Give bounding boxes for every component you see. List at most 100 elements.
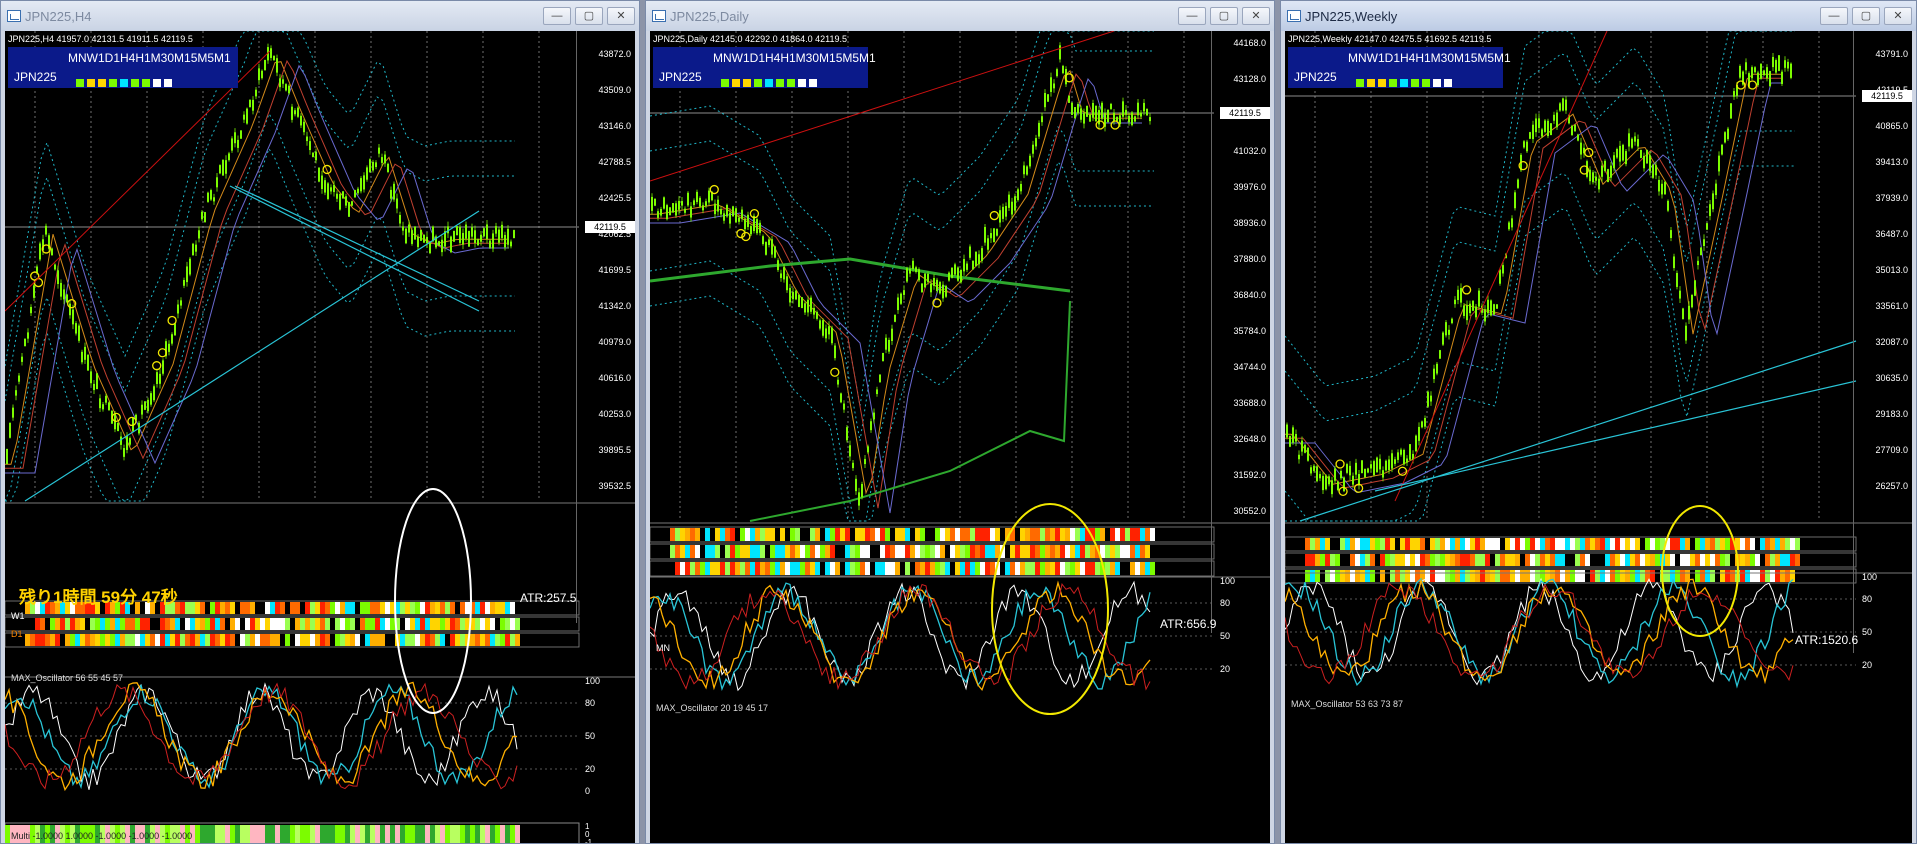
candle-body (192, 243, 194, 256)
chart-area[interactable]: 100 80 50 20 JPN225,Weekly 42147.0 42475.5 … (1285, 31, 1912, 843)
status-dot (776, 79, 784, 87)
heatmap-cell (1120, 562, 1125, 575)
heatmap-cell (1140, 545, 1145, 558)
heatmap-cell (725, 528, 730, 541)
chart-area[interactable]: 100 80 50 20 JPN225,Daily 42145.0 42292.0 4… (650, 31, 1270, 843)
chart-canvas[interactable]: 100805020 (1285, 31, 1912, 843)
close-button[interactable]: ✕ (1884, 7, 1912, 25)
heatmap-cell (360, 634, 365, 646)
price-scale[interactable]: 44168.043128.042119.541032.039976.038936… (1211, 31, 1270, 633)
heatmap-cell (910, 528, 915, 541)
candle-body (720, 209, 722, 215)
heatmap-cell (1740, 554, 1745, 566)
status-dot (1378, 79, 1386, 87)
chart-window-daily[interactable]: JPN225,Daily — ▢ ✕ 100 80 50 20 JPN225,Dail… (645, 0, 1275, 844)
heatmap-cell (1090, 545, 1095, 558)
heatmap-cell (1710, 570, 1715, 582)
heatmap-cell (695, 562, 700, 575)
minimize-button[interactable]: — (543, 7, 571, 25)
heatmap-cell (1705, 570, 1710, 582)
heatmap-cell (905, 545, 910, 558)
multi-cell (255, 825, 260, 843)
heatmap-cell (380, 618, 385, 630)
candle-body (1721, 144, 1723, 155)
heatmap-cell (1335, 538, 1340, 550)
heatmap-cell (335, 602, 340, 614)
price-tick: 40979.0 (598, 337, 631, 347)
heatmap-cell (150, 618, 155, 630)
heatmap-cell (1410, 538, 1415, 550)
candle-body (1098, 110, 1100, 125)
chart-canvas[interactable]: 100805020 (650, 31, 1270, 843)
candle-body (1778, 55, 1780, 71)
close-button[interactable]: ✕ (607, 7, 635, 25)
status-dot (1367, 79, 1375, 87)
candle-body (717, 199, 719, 212)
heatmap-cell (805, 545, 810, 558)
heatmap-cell (830, 562, 835, 575)
price-tick: 43791.0 (1875, 49, 1908, 59)
heatmap-cell (1080, 545, 1085, 558)
heatmap-cell (1400, 538, 1405, 550)
candle-body (471, 227, 473, 237)
chart-canvas[interactable]: 100805020010-1 (5, 31, 635, 843)
price-tick: 43128.0 (1233, 74, 1266, 84)
heatmap-cell (200, 602, 205, 614)
price-scale[interactable]: 43791.042119.540865.039413.037939.036487… (1853, 31, 1912, 653)
chart-area[interactable]: 100 80 50 20 0 1 0 -1 JPN225,H4 41957.0 42131.5… (5, 31, 635, 843)
heatmap-cell (810, 562, 815, 575)
heatmap-cell (1755, 570, 1760, 582)
heatmap-cell (1045, 528, 1050, 541)
heatmap-cell (1100, 528, 1105, 541)
heatmap-cell (920, 528, 925, 541)
heatmap-cell (455, 634, 460, 646)
maximize-button[interactable]: ▢ (1852, 7, 1880, 25)
candle-body (1029, 155, 1031, 167)
heatmap-cell (235, 618, 240, 630)
candle-body (1601, 165, 1603, 177)
minimize-button[interactable]: — (1178, 7, 1206, 25)
window-titlebar[interactable]: JPN225,Weekly — ▢ ✕ (1281, 1, 1916, 31)
candle-body (1595, 176, 1597, 181)
heatmap-cell (1150, 545, 1155, 558)
heatmap-cell (1150, 562, 1155, 575)
heatmap-cell (1755, 538, 1760, 550)
candle-body (1002, 206, 1004, 219)
close-button[interactable]: ✕ (1242, 7, 1270, 25)
heatmap-cell (900, 562, 905, 575)
heatmap-cell (1650, 538, 1655, 550)
moving-average-line (5, 59, 509, 469)
minimize-button[interactable]: — (1820, 7, 1848, 25)
heatmap-cell (330, 634, 335, 646)
heatmap-cell (510, 618, 515, 630)
price-scale[interactable]: 43872.0 43509.0 43146.0 42788.5 42425.5 42062… (576, 31, 635, 623)
multi-cell (400, 825, 405, 843)
candle-body (1475, 306, 1477, 318)
candle-body (1604, 160, 1606, 171)
heatmap-cell (220, 618, 225, 630)
window-titlebar[interactable]: JPN225,Daily — ▢ ✕ (646, 1, 1274, 31)
multi-cell (470, 825, 475, 843)
heatmap-cell (480, 634, 485, 646)
heatmap-cell (1445, 538, 1450, 550)
window-titlebar[interactable]: JPN225,H4 — ▢ ✕ (1, 1, 639, 31)
candle-body (456, 226, 458, 236)
heatmap-cell (1680, 554, 1685, 566)
heatmap-cell (110, 618, 115, 630)
candle-body (204, 212, 206, 223)
heatmap-cell (420, 634, 425, 646)
maximize-button[interactable]: ▢ (575, 7, 603, 25)
maximize-button[interactable]: ▢ (1210, 7, 1238, 25)
heatmap-cell (1420, 538, 1425, 550)
heatmap-cell (765, 545, 770, 558)
heatmap-cell (200, 634, 205, 646)
chart-window-weekly[interactable]: JPN225,Weekly — ▢ ✕ 100 80 50 20 JPN225,Wee… (1280, 0, 1917, 844)
signal-circle (127, 416, 137, 427)
heatmap-cell (260, 602, 265, 614)
candle-body (1382, 470, 1384, 478)
chart-window-h4[interactable]: JPN225,H4 — ▢ ✕ 100 80 50 20 0 1 0 -1 JPN225,H4… (0, 0, 640, 844)
price-tick: 34744.0 (1233, 362, 1266, 372)
heatmap-cell (850, 545, 855, 558)
candle-body (948, 272, 950, 281)
heatmap-cell (1605, 554, 1610, 566)
